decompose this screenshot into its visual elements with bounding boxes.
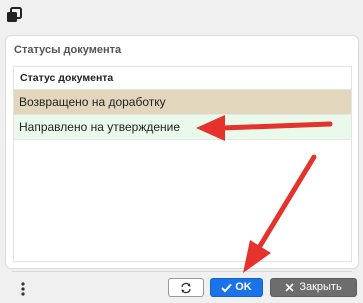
ok-button[interactable]: OK <box>210 278 263 297</box>
ok-button-label: OK <box>235 281 252 293</box>
close-button[interactable]: Закрыть <box>270 278 357 297</box>
refresh-button[interactable] <box>168 278 204 297</box>
panel-title: Статусы документа <box>14 44 122 56</box>
more-vertical-icon[interactable] <box>17 281 29 297</box>
footer-divider <box>12 271 352 272</box>
window-toolbar <box>0 0 363 34</box>
close-button-label: Закрыть <box>299 281 342 293</box>
close-icon <box>285 283 294 292</box>
refresh-icon <box>181 282 191 294</box>
column-header-status: Статус документа <box>14 67 351 90</box>
statuses-table: Статус документа Возвращено на доработку… <box>13 66 352 262</box>
document-statuses-panel: Статусы документа Статус документа Возвр… <box>5 35 359 269</box>
status-row-returned[interactable]: Возвращено на доработку <box>14 90 351 115</box>
status-row-sent-for-approval[interactable]: Направлено на утверждение <box>14 115 351 140</box>
copy-icon[interactable] <box>5 6 23 24</box>
checkmark-icon <box>221 283 232 292</box>
